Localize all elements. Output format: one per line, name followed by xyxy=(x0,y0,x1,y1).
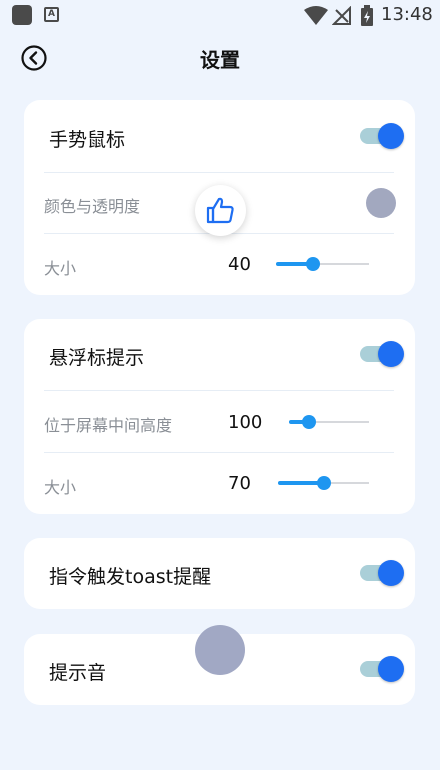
toggle-thumb xyxy=(378,656,404,682)
slider-knob[interactable] xyxy=(316,476,331,490)
float-size-value: 70 xyxy=(228,473,251,494)
sound-hint-toggle[interactable] xyxy=(360,656,404,682)
screen-height-value: 100 xyxy=(228,412,263,433)
gesture-size-value: 40 xyxy=(228,254,251,275)
status-time: 13:48 xyxy=(381,4,433,25)
floating-ball[interactable] xyxy=(195,625,245,675)
float-hint-card: 悬浮标提示 位于屏幕中间高度 100 大小 70 xyxy=(24,319,415,514)
float-size-label: 大小 xyxy=(44,478,77,497)
toggle-thumb xyxy=(378,341,404,367)
status-bar: A 13:48 xyxy=(0,0,440,32)
a-icon: A xyxy=(44,7,59,22)
slider-knob[interactable] xyxy=(306,257,321,271)
gesture-size-slider[interactable] xyxy=(276,256,369,272)
slider-knob[interactable] xyxy=(302,415,316,429)
app-icon xyxy=(12,5,32,25)
toast-hint-toggle[interactable] xyxy=(360,560,404,586)
gesture-mouse-label: 手势鼠标 xyxy=(49,129,126,151)
toggle-thumb xyxy=(378,560,404,586)
gesture-size-label: 大小 xyxy=(44,259,77,278)
sound-hint-label: 提示音 xyxy=(49,662,107,684)
page-title: 设置 xyxy=(200,48,240,72)
screen-height-label: 位于屏幕中间高度 xyxy=(44,416,173,435)
color-swatch[interactable] xyxy=(366,188,396,218)
settings-page: A 13:48 设置 手势鼠标 颜色与透明度 大小 40 悬浮标提示 位于屏幕中… xyxy=(0,0,440,770)
screen-height-slider[interactable] xyxy=(289,414,369,430)
battery-charging-icon xyxy=(361,5,373,26)
float-size-row: 大小 70 xyxy=(24,453,415,514)
float-hint-row: 悬浮标提示 xyxy=(24,319,415,390)
gesture-mouse-row: 手势鼠标 xyxy=(24,100,415,172)
floating-thumbs-up-button[interactable] xyxy=(195,185,246,236)
wifi-icon xyxy=(304,6,328,25)
float-size-slider[interactable] xyxy=(278,475,369,491)
gesture-mouse-toggle[interactable] xyxy=(360,123,404,149)
float-hint-toggle[interactable] xyxy=(360,341,404,367)
color-opacity-label: 颜色与透明度 xyxy=(44,197,141,216)
thumbs-up-icon xyxy=(206,197,234,224)
gesture-size-row: 大小 40 xyxy=(24,234,415,295)
no-signal-icon xyxy=(332,6,351,25)
toast-hint-label: 指令触发toast提醒 xyxy=(49,566,212,588)
toggle-thumb xyxy=(378,123,404,149)
screen-height-row: 位于屏幕中间高度 100 xyxy=(24,391,415,452)
float-hint-label: 悬浮标提示 xyxy=(49,347,145,369)
toast-hint-card: 指令触发toast提醒 xyxy=(24,538,415,609)
